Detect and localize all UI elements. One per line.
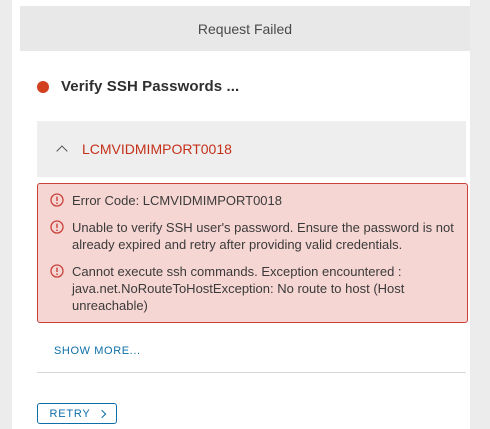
- error-text: Unable to verify SSH user's password. En…: [72, 220, 454, 252]
- show-more-link[interactable]: SHOW MORE...: [54, 345, 141, 357]
- error-alert-box: Error Code: LCMVIDMIMPORT0018 Unable to …: [37, 183, 468, 323]
- error-line: Unable to verify SSH user's password. En…: [50, 219, 457, 253]
- request-details-panel: Request Failed Verify SSH Passwords ... …: [20, 6, 470, 429]
- chevron-up-icon[interactable]: [56, 145, 68, 157]
- chevron-right-icon: [97, 409, 106, 418]
- error-circle-icon: [50, 264, 64, 278]
- error-text: Cannot execute ssh commands. Exception e…: [72, 264, 405, 313]
- retry-label: RETRY: [49, 407, 91, 420]
- error-line: Error Code: LCMVIDMIMPORT0018: [50, 192, 457, 209]
- error-line: Cannot execute ssh commands. Exception e…: [50, 263, 457, 314]
- panel-header: Request Failed: [20, 6, 470, 51]
- error-circle-icon: [50, 220, 64, 234]
- error-circle-icon: [50, 193, 64, 207]
- accordion-title: LCMVIDMIMPORT0018: [82, 141, 232, 157]
- status-label: Verify SSH Passwords ...: [61, 78, 240, 95]
- error-text: Error Code: LCMVIDMIMPORT0018: [72, 193, 282, 208]
- status-row: Verify SSH Passwords ...: [37, 78, 239, 95]
- right-background-strip: [470, 0, 490, 429]
- divider: [37, 372, 466, 373]
- retry-button[interactable]: RETRY: [37, 403, 117, 424]
- panel-title: Request Failed: [197, 20, 293, 37]
- left-background-strip: [0, 0, 12, 429]
- error-accordion-header[interactable]: LCMVIDMIMPORT0018: [37, 121, 466, 177]
- failed-status-dot-icon: [37, 80, 49, 93]
